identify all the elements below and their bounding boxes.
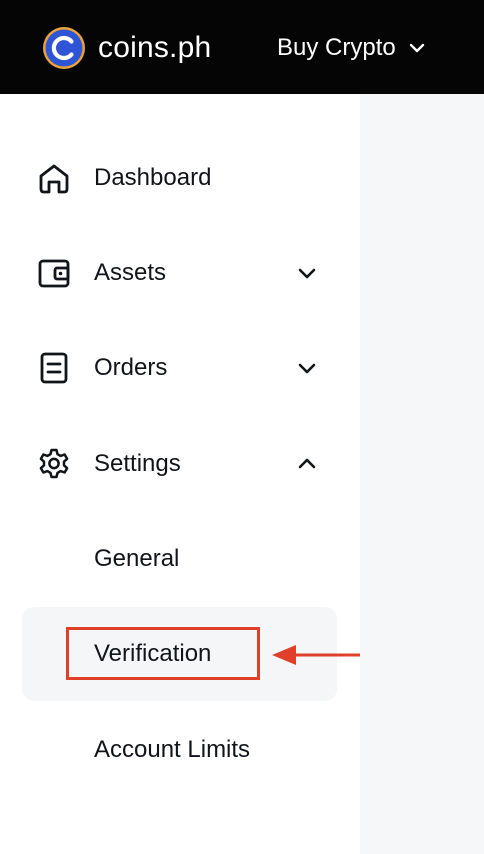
buy-crypto-dropdown[interactable]: Buy Crypto bbox=[277, 30, 426, 66]
subitem-label: Account Limits bbox=[94, 736, 251, 763]
buy-crypto-label: Buy Crypto bbox=[277, 34, 396, 61]
settings-subitem-general[interactable]: General bbox=[22, 512, 337, 606]
sidebar-item-label: Orders bbox=[94, 354, 168, 381]
settings-subitem-verification[interactable]: Verification bbox=[22, 607, 337, 701]
chevron-down-icon bbox=[409, 43, 424, 53]
sidebar-item-settings[interactable]: Settings bbox=[22, 434, 337, 494]
sidebar-item-label: Settings bbox=[94, 450, 181, 477]
subitem-label: Verification bbox=[94, 640, 212, 667]
sidebar-item-label: Dashboard bbox=[94, 164, 212, 191]
coins-logo[interactable]: coins.ph bbox=[42, 26, 211, 70]
subitem-label: General bbox=[94, 545, 180, 572]
sidebar-item-assets[interactable]: Assets bbox=[22, 243, 337, 303]
chevron-down-icon bbox=[298, 268, 316, 279]
chevron-up-icon bbox=[298, 458, 316, 469]
home-icon bbox=[36, 160, 72, 196]
sidebar-item-label: Assets bbox=[94, 259, 167, 286]
chevron-down-icon bbox=[298, 363, 316, 374]
brand-name: coins.ph bbox=[98, 31, 212, 64]
sidebar-item-dashboard[interactable]: Dashboard bbox=[22, 148, 337, 208]
gear-icon bbox=[36, 446, 72, 482]
coins-logo-icon bbox=[43, 27, 85, 69]
wallet-icon bbox=[36, 255, 72, 291]
top-navigation-bar: coins.ph Buy Crypto bbox=[0, 0, 484, 94]
sidebar-item-orders[interactable]: Orders bbox=[22, 338, 337, 398]
main-content-area bbox=[360, 94, 484, 854]
document-icon bbox=[36, 350, 72, 386]
settings-subitem-account-limits[interactable]: Account Limits bbox=[22, 702, 337, 796]
